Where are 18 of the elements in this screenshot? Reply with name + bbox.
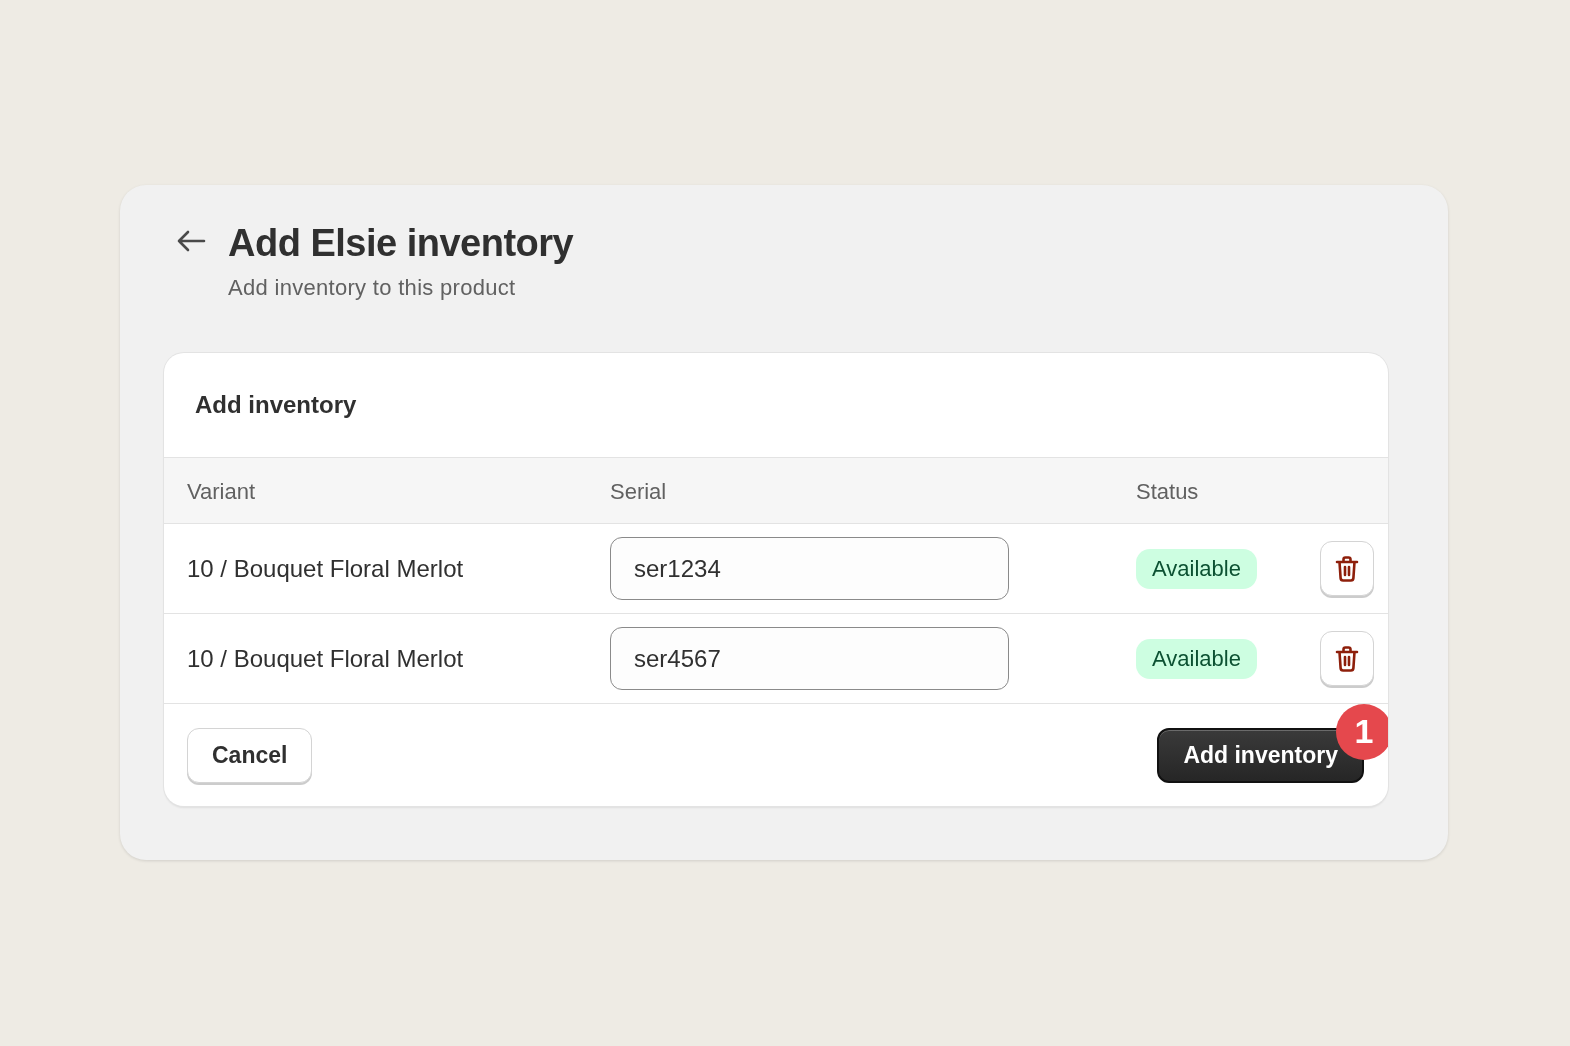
card-title: Add inventory bbox=[194, 390, 358, 420]
column-header: Serial bbox=[610, 477, 668, 505]
variant-cell-text: 10 / Bouquet Floral Merlot bbox=[187, 554, 465, 583]
serial-input[interactable]: ser1234 bbox=[610, 537, 1009, 600]
column-header: Status bbox=[1136, 477, 1200, 505]
cancel-button[interactable]: Cancel bbox=[187, 727, 313, 783]
variant-cell-text: 10 / Bouquet Floral Merlot bbox=[187, 644, 465, 673]
back-arrow-icon[interactable] bbox=[176, 229, 206, 253]
serial-input[interactable]: ser4567 bbox=[610, 627, 1009, 690]
trash-icon bbox=[1335, 645, 1359, 672]
page-subtitle: Add inventory to this product bbox=[228, 274, 517, 302]
delete-button[interactable] bbox=[1320, 631, 1374, 686]
status-badge: Available bbox=[1136, 638, 1257, 679]
status-badge: Available bbox=[1136, 548, 1257, 589]
delete-button[interactable] bbox=[1320, 541, 1374, 596]
page-title: Add Elsie inventory bbox=[228, 221, 574, 265]
column-header: Variant bbox=[187, 477, 257, 505]
trash-icon bbox=[1335, 555, 1359, 582]
